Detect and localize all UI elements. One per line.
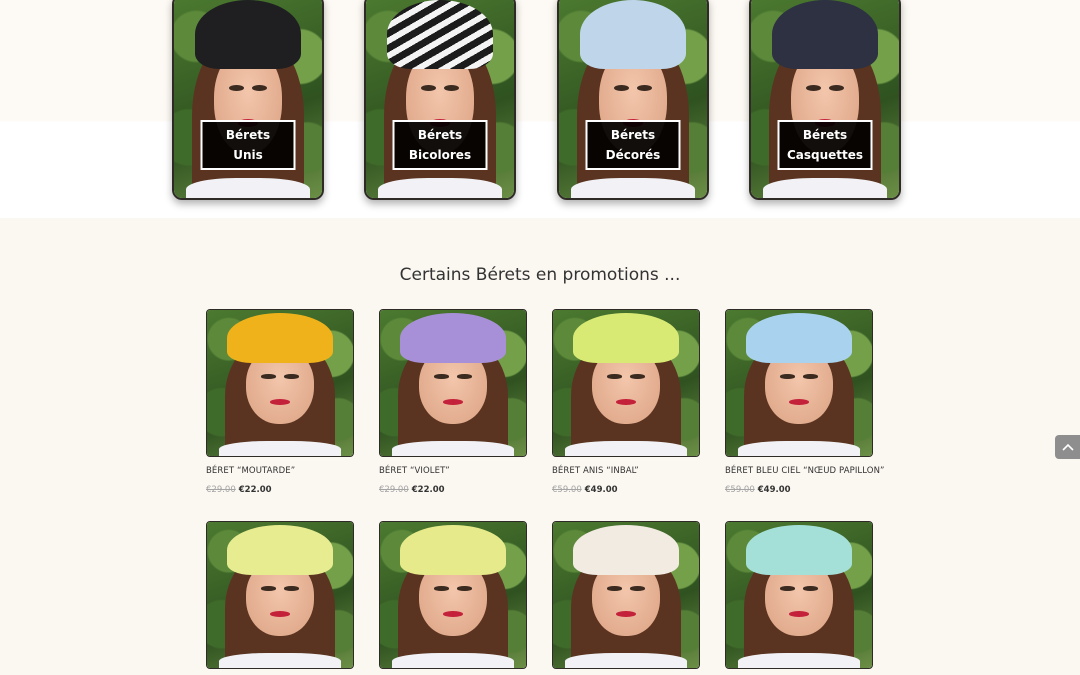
product-old-price: €59.00 xyxy=(552,485,582,495)
product-card[interactable]: BÉRET ANIS “INBAL” €59.00 €49.00 xyxy=(552,309,700,495)
product-image[interactable] xyxy=(206,521,354,669)
product-sale-price: €22.00 xyxy=(238,485,272,495)
product-card[interactable]: BÉRET “MOUTARDE” €29.00 €22.00 xyxy=(206,309,354,495)
product-card[interactable] xyxy=(725,521,873,675)
category-label-line1: Bérets xyxy=(417,128,463,142)
scroll-top-button[interactable] xyxy=(1055,435,1080,459)
chevron-up-icon xyxy=(1061,443,1074,451)
category-label-line2: Unis xyxy=(233,148,263,162)
category-label[interactable]: Bérets Décorés xyxy=(585,120,681,170)
product-name[interactable]: BÉRET BLEU CIEL “NŒUD PAPILLON” xyxy=(725,466,884,476)
product-name[interactable]: BÉRET “VIOLET” xyxy=(379,466,527,476)
category-label[interactable]: Bérets Unis xyxy=(200,120,296,170)
product-sale-price: €49.00 xyxy=(757,485,791,495)
product-image[interactable] xyxy=(379,521,527,669)
product-card[interactable]: BÉRET “VIOLET” €29.00 €22.00 xyxy=(379,309,527,495)
category-label-line2: Bicolores xyxy=(408,148,472,162)
category-label[interactable]: Bérets Bicolores xyxy=(392,120,488,170)
product-image[interactable] xyxy=(552,309,700,457)
product-name[interactable]: BÉRET ANIS “INBAL” xyxy=(552,466,700,476)
category-label-line1: Bérets xyxy=(610,128,656,142)
product-image[interactable] xyxy=(379,309,527,457)
product-name[interactable]: BÉRET “MOUTARDE” xyxy=(206,466,354,476)
product-price: €29.00 €22.00 xyxy=(206,485,354,495)
category-card-casquettes[interactable]: Bérets Casquettes xyxy=(749,0,901,200)
category-section: Bérets Unis Bérets Bicolores Bérets Déco… xyxy=(0,0,1080,218)
category-label-line2: Décorés xyxy=(605,148,661,162)
product-card[interactable]: BÉRET BLEU CIEL “NŒUD PAPILLON” €59.00 €49… xyxy=(725,309,884,495)
product-old-price: €29.00 xyxy=(379,485,409,495)
product-image[interactable] xyxy=(552,521,700,669)
product-price: €29.00 €22.00 xyxy=(379,485,527,495)
category-label[interactable]: Bérets Casquettes xyxy=(777,120,873,170)
product-image[interactable] xyxy=(725,521,873,669)
product-sale-price: €49.00 xyxy=(584,485,618,495)
product-price: €59.00 €49.00 xyxy=(552,485,700,495)
category-card-unis[interactable]: Bérets Unis xyxy=(172,0,324,200)
product-sale-price: €22.00 xyxy=(411,485,445,495)
category-label-line1: Bérets xyxy=(225,128,271,142)
product-image[interactable] xyxy=(206,309,354,457)
category-label-line2: Casquettes xyxy=(786,148,864,162)
category-card-bicolores[interactable]: Bérets Bicolores xyxy=(364,0,516,200)
category-card-decores[interactable]: Bérets Décorés xyxy=(557,0,709,200)
category-label-line1: Bérets xyxy=(802,128,848,142)
product-card[interactable] xyxy=(379,521,527,675)
promo-section-title: Certains Bérets en promotions ... xyxy=(399,265,681,285)
product-image[interactable] xyxy=(725,309,873,457)
product-old-price: €59.00 xyxy=(725,485,755,495)
product-card[interactable] xyxy=(552,521,700,675)
product-card[interactable] xyxy=(206,521,354,675)
product-price: €59.00 €49.00 xyxy=(725,485,873,495)
product-old-price: €29.00 xyxy=(206,485,236,495)
